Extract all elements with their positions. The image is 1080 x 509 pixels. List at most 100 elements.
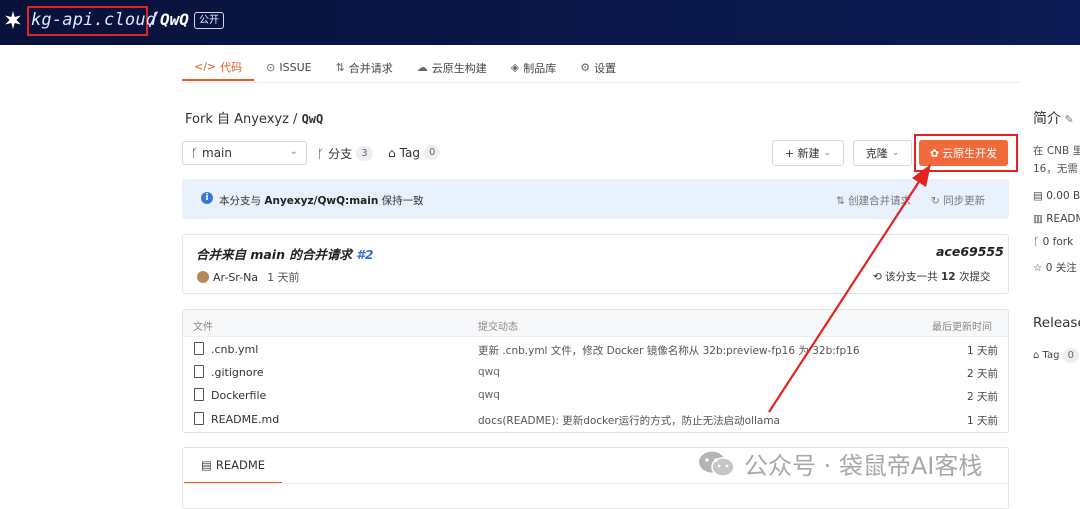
sidebar-tag-link[interactable]: ⌂ Tag 0 bbox=[1033, 348, 1080, 363]
sidebar-description: 在 CNB 里 bbox=[1033, 145, 1080, 157]
latest-commit-card bbox=[182, 234, 1009, 294]
watermark-text: 公众号 · 袋鼠帝AI客栈 bbox=[744, 452, 983, 480]
tag-icon: ⌂ bbox=[1033, 350, 1043, 361]
file-icon bbox=[194, 412, 204, 425]
sidebar-description-cont: 16，无需 bbox=[1033, 163, 1078, 175]
tabs-divider bbox=[182, 82, 1020, 83]
table-row[interactable]: README.md docs(README): 更新docker运行的方式，防止无… bbox=[183, 409, 1008, 432]
sync-status-text: 本分支与 Anyexyz/QwQ:main 保持一致 bbox=[219, 193, 424, 208]
commit-title[interactable]: 合并来自 main 的合并请求 #2 bbox=[196, 244, 374, 263]
commit-message[interactable]: 更新 .cnb.yml 文件，修改 Docker 镜像名称从 32b:previ… bbox=[478, 343, 860, 358]
table-row[interactable]: .gitignore qwq 2 天前 bbox=[183, 362, 1008, 385]
intro-label: 简介 bbox=[1033, 111, 1061, 127]
repo-link[interactable]: QwQ bbox=[160, 10, 189, 29]
readme-link[interactable]: ▥ READM bbox=[1033, 213, 1080, 225]
file-name[interactable]: .gitignore bbox=[211, 366, 264, 379]
col-updated: 最后更新时间 bbox=[932, 322, 992, 333]
tag-icon: ⌂ bbox=[388, 145, 396, 160]
fork-source: Fork 自 Anyexyz / QwQ bbox=[185, 108, 323, 127]
cloud-icon: ☁ bbox=[416, 61, 428, 74]
new-button[interactable]: + 新建 ⌄ bbox=[772, 140, 844, 166]
col-commit: 提交动态 bbox=[478, 322, 518, 333]
branches-link[interactable]: ᚴ 分支 3 bbox=[317, 145, 373, 162]
update-time: 1 天前 bbox=[966, 345, 998, 357]
file-name[interactable]: README.md bbox=[211, 413, 279, 426]
readme-link-label: READM bbox=[1046, 213, 1080, 225]
tab-packages[interactable]: ◈ 制品库 bbox=[499, 54, 568, 81]
book-icon: ▤ bbox=[200, 458, 212, 472]
tab-pull-requests[interactable]: ⇅ 合并请求 bbox=[324, 54, 405, 81]
history-icon: ⟲ bbox=[873, 271, 886, 283]
watch-link[interactable]: ☆ 0 关注 bbox=[1033, 260, 1077, 275]
file-icon bbox=[194, 365, 204, 378]
info-icon: i bbox=[201, 192, 213, 204]
create-pr-label: 创建合并请求 bbox=[848, 195, 912, 207]
file-icon bbox=[194, 388, 204, 401]
merge-icon: ⇅ bbox=[335, 61, 345, 74]
fork-prefix: Fork 自 Anyexyz / bbox=[185, 112, 302, 127]
watch-value: 0 关注 bbox=[1045, 262, 1077, 274]
wechat-icon bbox=[698, 450, 736, 478]
tab-label: ISSUE bbox=[279, 61, 312, 74]
fork-icon: ᚴ bbox=[1033, 236, 1043, 248]
tab-issue[interactable]: ⊙ ISSUE bbox=[254, 54, 323, 81]
clone-label: 克隆 bbox=[865, 147, 888, 160]
tab-label: 制品库 bbox=[523, 61, 557, 75]
tab-settings[interactable]: ⚙ 设置 bbox=[568, 54, 628, 81]
author-name[interactable]: Ar-Sr-Na bbox=[213, 271, 258, 284]
repo-tabs: </> 代码 ⊙ ISSUE ⇅ 合并请求 ☁ 云原生构建 ◈ 制品库 ⚙ 设置 bbox=[182, 54, 628, 84]
edit-icon[interactable]: ✎ bbox=[1061, 113, 1073, 126]
tab-label: 设置 bbox=[594, 61, 617, 75]
col-file: 文件 bbox=[193, 322, 213, 333]
branch-selected: main bbox=[202, 146, 232, 160]
tab-label: 云原生构建 bbox=[431, 61, 487, 75]
file-name[interactable]: .cnb.yml bbox=[211, 343, 258, 356]
commit-message[interactable]: qwq bbox=[478, 389, 500, 401]
tags-label: Tag bbox=[399, 145, 420, 160]
path-separator: / bbox=[150, 8, 157, 30]
fork-repo-link[interactable]: QwQ bbox=[302, 112, 324, 126]
forks-link[interactable]: ᚴ 0 fork bbox=[1033, 236, 1073, 248]
readme-divider bbox=[183, 483, 1008, 484]
table-row[interactable]: Dockerfile qwq 2 天前 bbox=[183, 385, 1008, 408]
merge-icon: ⇅ bbox=[836, 195, 849, 207]
dev-highlight-box bbox=[914, 134, 1018, 172]
code-icon: </> bbox=[194, 60, 217, 73]
readme-tab[interactable]: ▤ README bbox=[184, 448, 282, 484]
file-icon bbox=[194, 342, 204, 355]
chevron-down-icon: ⌄ bbox=[891, 148, 900, 158]
avatar[interactable] bbox=[197, 271, 209, 283]
sidebar-tag-label: Tag bbox=[1042, 350, 1060, 361]
sync-ref: Anyexyz/QwQ:main bbox=[264, 195, 379, 207]
create-merge-request-button[interactable]: ⇅ 创建合并请求 bbox=[836, 193, 911, 208]
sync-update-button[interactable]: ↻ 同步更新 bbox=[931, 193, 985, 208]
table-header bbox=[183, 310, 1008, 337]
branch-select[interactable]: ᚴ main ⌄ bbox=[182, 141, 307, 165]
count-suffix: 次提交 bbox=[955, 271, 991, 283]
tags-count: 0 bbox=[423, 145, 441, 160]
clone-button[interactable]: 克隆 ⌄ bbox=[853, 140, 912, 166]
tab-cloud-build[interactable]: ☁ 云原生构建 bbox=[405, 54, 499, 81]
size-value: 0.00 B bbox=[1046, 190, 1080, 202]
commit-message[interactable]: docs(README): 更新docker运行的方式，防止无法启动ollama bbox=[478, 413, 780, 428]
update-time: 2 天前 bbox=[966, 391, 998, 403]
new-label: + 新建 bbox=[784, 147, 820, 160]
repo-size: ▤ 0.00 B bbox=[1033, 190, 1080, 202]
sidebar-intro-heading: 简介 ✎ bbox=[1033, 108, 1074, 128]
pr-number-link[interactable]: #2 bbox=[356, 247, 373, 262]
commit-hash[interactable]: ace69555 bbox=[936, 244, 1004, 259]
org-link[interactable]: kg-api.cloud bbox=[31, 10, 156, 30]
star-icon: ☆ bbox=[1033, 262, 1046, 274]
commit-count-link[interactable]: ⟲ 该分支一共 12 次提交 bbox=[873, 269, 990, 284]
table-row[interactable]: .cnb.yml 更新 .cnb.yml 文件，修改 Docker 镜像名称从 3… bbox=[183, 339, 1008, 362]
issue-icon: ⊙ bbox=[266, 61, 276, 74]
cnb-logo-icon[interactable] bbox=[2, 9, 24, 31]
tab-label: 代码 bbox=[220, 60, 243, 74]
book-icon: ▥ bbox=[1033, 213, 1047, 225]
tags-link[interactable]: ⌂ Tag 0 bbox=[388, 145, 441, 160]
visibility-badge: 公开 bbox=[194, 12, 224, 29]
commit-message[interactable]: qwq bbox=[478, 366, 500, 378]
file-name[interactable]: Dockerfile bbox=[211, 389, 266, 402]
tab-code[interactable]: </> 代码 bbox=[182, 54, 255, 81]
sync-prefix: 本分支与 bbox=[219, 195, 265, 207]
